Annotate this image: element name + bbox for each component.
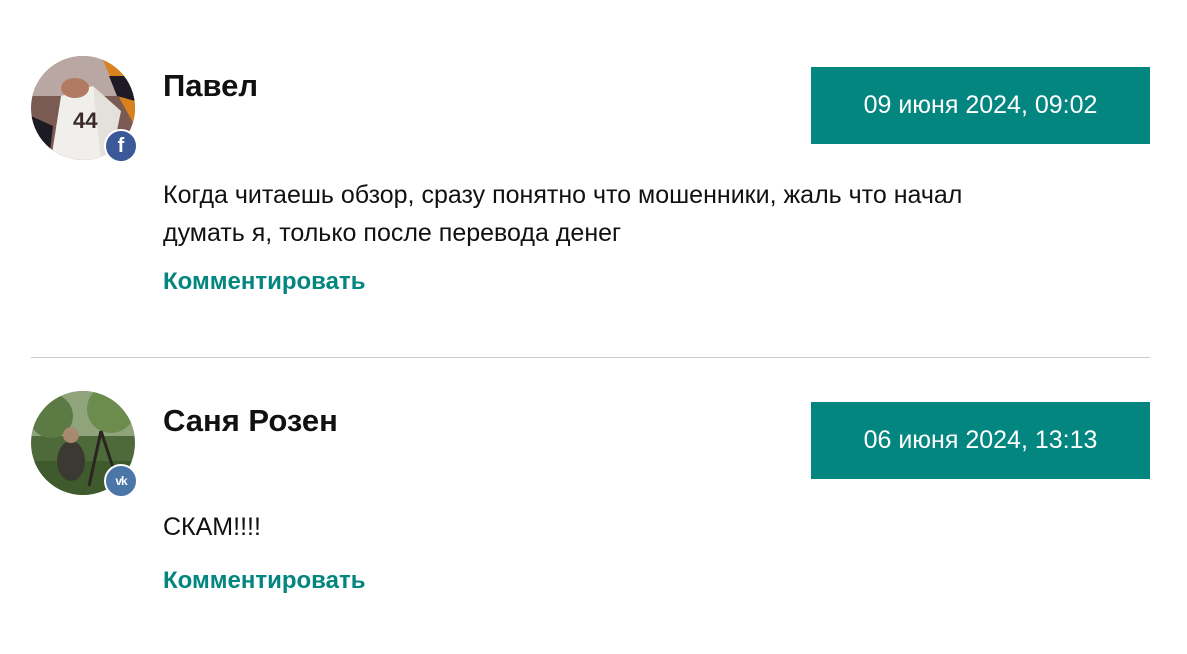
comment-text: Когда читаешь обзор, сразу понятно что м… <box>163 181 963 247</box>
comment-date: 09 июня 2024, 09:02 <box>811 67 1150 144</box>
vk-icon: vk <box>104 464 138 498</box>
reply-link[interactable]: Комментировать <box>163 268 365 296</box>
comment-text: СКАМ!!!! <box>163 513 261 541</box>
comment-date: 06 июня 2024, 13:13 <box>811 402 1150 479</box>
reply-link[interactable]: Комментировать <box>163 567 365 595</box>
comment-item: 44 f Павел 09 июня 2024, 09:02 Когда чит… <box>31 56 1150 306</box>
facebook-icon: f <box>104 129 138 163</box>
comment-divider <box>31 357 1150 358</box>
svg-text:44: 44 <box>73 108 98 133</box>
avatar[interactable]: 44 f <box>31 56 138 163</box>
comment-item: vk Саня Розен 06 июня 2024, 13:13 СКАМ!!… <box>31 391 1150 601</box>
avatar[interactable]: vk <box>31 391 138 498</box>
comment-author: Саня Розен <box>163 403 338 438</box>
comment-author: Павел <box>163 68 259 103</box>
